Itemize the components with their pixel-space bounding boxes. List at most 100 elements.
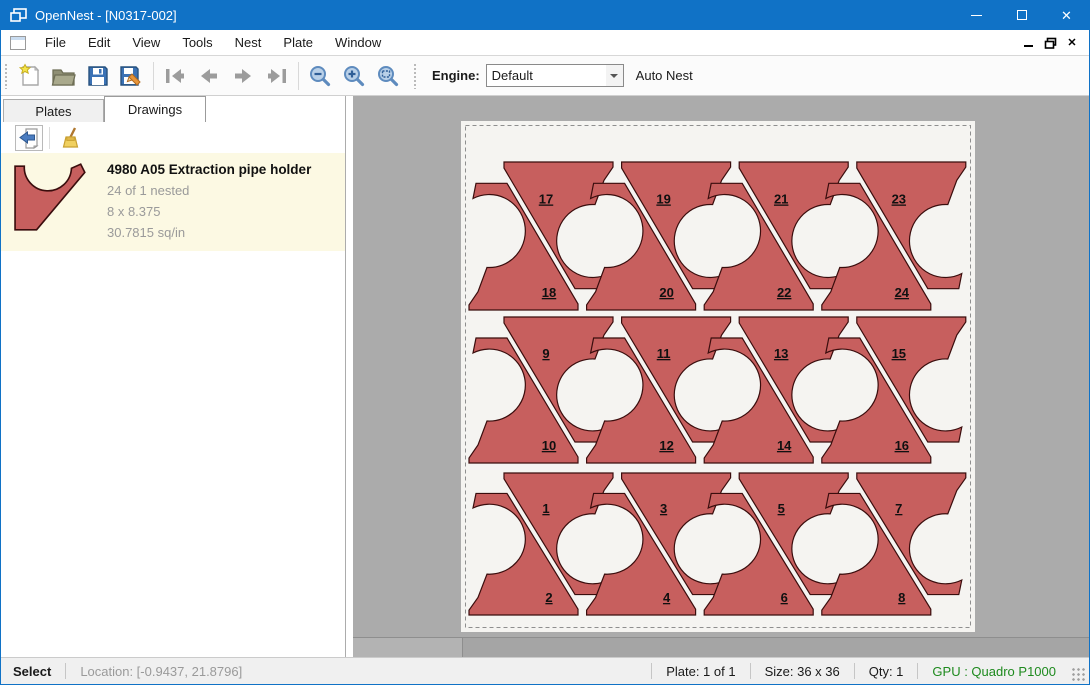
part-number-label: 2	[545, 590, 552, 605]
window-title: OpenNest - [N0317-002]	[35, 8, 177, 23]
menu-plate[interactable]: Plate	[272, 31, 324, 54]
part-number-label: 11	[657, 346, 671, 361]
toolbar-grip-2[interactable]	[413, 63, 418, 89]
zoom-out-icon	[308, 64, 332, 88]
drawing-list-empty-area[interactable]	[1, 251, 345, 657]
part-number-label: 9	[542, 346, 549, 361]
menu-file[interactable]: File	[34, 31, 77, 54]
save-icon	[86, 64, 110, 88]
drawing-dimensions: 8 x 8.375	[107, 201, 311, 222]
restore-icon	[1044, 37, 1057, 49]
new-document-icon	[18, 63, 42, 89]
zoom-fit-button[interactable]	[371, 59, 405, 93]
horizontal-scrollbar[interactable]	[353, 637, 1089, 657]
menu-edit[interactable]: Edit	[77, 31, 121, 54]
tab-drawings[interactable]: Drawings	[104, 96, 206, 122]
menu-bar: File Edit View Tools Nest Plate Window ✕	[1, 30, 1089, 56]
part-number-label: 23	[892, 191, 906, 206]
plate-view[interactable]: 171819202122232491011121314151612345678	[461, 121, 975, 632]
previous-plate-button[interactable]	[192, 59, 226, 93]
part-number-label: 22	[777, 285, 791, 300]
zoom-out-button[interactable]	[303, 59, 337, 93]
save-as-button[interactable]	[115, 59, 149, 93]
part-number-label: 15	[892, 346, 906, 361]
part-number-label: 10	[542, 438, 556, 453]
part-number-label: 1	[542, 501, 549, 516]
app-window: OpenNest - [N0317-002] ✕ File Edit View …	[0, 0, 1090, 685]
engine-select[interactable]: Default	[486, 64, 624, 87]
part-number-label: 20	[659, 285, 673, 300]
close-button[interactable]: ✕	[1044, 0, 1089, 30]
part-number-label: 13	[774, 346, 788, 361]
nest-canvas[interactable]: 171819202122232491011121314151612345678	[353, 96, 1089, 657]
panel-splitter[interactable]	[346, 96, 353, 657]
part-number-label: 16	[895, 438, 909, 453]
open-button[interactable]	[47, 59, 81, 93]
menu-window[interactable]: Window	[324, 31, 392, 54]
part-number-label: 8	[898, 590, 905, 605]
plate-count-status: Plate: 1 of 1	[652, 664, 749, 679]
cursor-location: Location: [-0.9437, 21.8796]	[66, 664, 256, 679]
app-icon	[10, 8, 27, 23]
part-number-label: 5	[778, 501, 785, 516]
combo-dropdown-button[interactable]	[606, 65, 623, 86]
status-bar: Select Location: [-0.9437, 21.8796] Plat…	[1, 657, 1089, 684]
drawing-nested-count: 24 of 1 nested	[107, 180, 311, 201]
first-plate-button[interactable]	[158, 59, 192, 93]
save-button[interactable]	[81, 59, 115, 93]
horizontal-scrollbar-thumb[interactable]	[353, 638, 463, 657]
mdi-restore-button[interactable]	[1039, 33, 1061, 53]
go-first-icon	[163, 67, 187, 85]
part-thumbnail	[13, 162, 93, 243]
minimize-button[interactable]	[954, 0, 999, 30]
part-number-label: 17	[539, 191, 553, 206]
chevron-down-icon	[610, 74, 618, 78]
engine-label: Engine:	[432, 68, 480, 83]
panel-tabstrip: Plates Drawings	[1, 96, 345, 122]
new-button[interactable]	[13, 59, 47, 93]
last-plate-button[interactable]	[260, 59, 294, 93]
import-drawing-icon	[18, 127, 40, 149]
auto-nest-button[interactable]: Auto Nest	[636, 68, 693, 83]
gpu-status: GPU : Quadro P1000	[918, 664, 1070, 679]
main-toolbar: Engine: Default Auto Nest	[1, 56, 1089, 96]
part-number-label: 3	[660, 501, 667, 516]
part-number-label: 19	[656, 191, 670, 206]
mdi-minimize-button[interactable]	[1017, 33, 1039, 53]
broom-icon	[59, 127, 81, 149]
zoom-in-button[interactable]	[337, 59, 371, 93]
mdi-close-button[interactable]: ✕	[1061, 33, 1083, 53]
zoom-fit-icon	[376, 64, 400, 88]
part-number-label: 21	[774, 191, 788, 206]
clean-button[interactable]	[56, 125, 84, 151]
part-number-label: 12	[659, 438, 673, 453]
resize-grip[interactable]	[1072, 668, 1086, 682]
drawing-title: 4980 A05 Extraction pipe holder	[107, 158, 311, 180]
title-bar: OpenNest - [N0317-002] ✕	[1, 0, 1089, 30]
quantity-status: Qty: 1	[855, 664, 918, 679]
drawing-area: 30.7815 sq/in	[107, 222, 311, 243]
mode-status: Select	[1, 664, 65, 679]
part-number-label: 7	[895, 501, 902, 516]
part-number-label: 14	[777, 438, 792, 453]
toolbar-grip[interactable]	[4, 63, 9, 89]
document-icon[interactable]	[10, 36, 26, 50]
part-number-label: 6	[781, 590, 788, 605]
import-drawing-button[interactable]	[15, 125, 43, 151]
part-number-label: 24	[895, 285, 910, 300]
tab-plates[interactable]: Plates	[3, 99, 104, 122]
open-folder-icon	[51, 64, 77, 88]
plate-size-status: Size: 36 x 36	[751, 664, 854, 679]
part-number-label: 4	[663, 590, 671, 605]
side-panel: Plates Drawings	[1, 96, 346, 657]
maximize-button[interactable]	[999, 0, 1044, 30]
next-plate-button[interactable]	[226, 59, 260, 93]
zoom-in-icon	[342, 64, 366, 88]
menu-tools[interactable]: Tools	[171, 31, 223, 54]
go-previous-icon	[197, 67, 221, 85]
go-last-icon	[265, 67, 289, 85]
menu-nest[interactable]: Nest	[224, 31, 273, 54]
menu-view[interactable]: View	[121, 31, 171, 54]
part-number-label: 18	[542, 285, 556, 300]
drawing-list-item[interactable]: 4980 A05 Extraction pipe holder 24 of 1 …	[1, 153, 345, 251]
